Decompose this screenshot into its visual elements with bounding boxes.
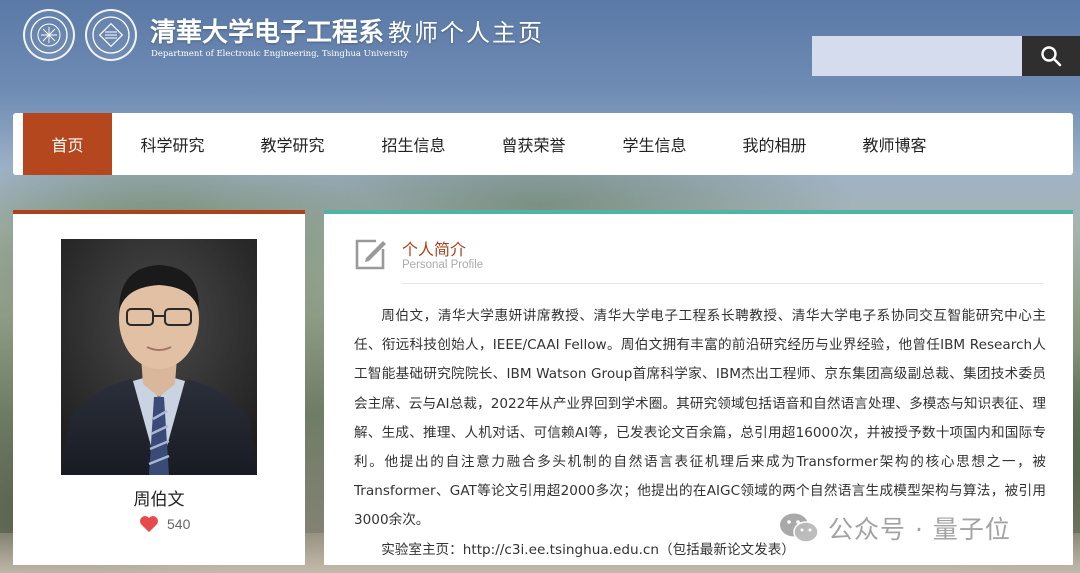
section-divider bbox=[402, 283, 1044, 284]
like-count: 540 bbox=[167, 516, 191, 532]
wechat-icon bbox=[780, 513, 819, 543]
nav-item-blog[interactable]: 教师博客 bbox=[847, 113, 942, 175]
ee-logo-icon bbox=[92, 16, 130, 54]
department-name: 清華大学电子工程系 bbox=[150, 18, 385, 48]
profile-name: 周伯文 bbox=[133, 490, 185, 510]
main-navigation: 首页 科学研究 教学研究 招生信息 曾获荣誉 学生信息 我的相册 教师博客 bbox=[13, 113, 1073, 175]
nav-item-students[interactable]: 学生信息 bbox=[607, 113, 702, 175]
nav-item-research[interactable]: 科学研究 bbox=[125, 113, 220, 175]
like-button[interactable]: 540 bbox=[139, 515, 190, 533]
nav-item-teaching[interactable]: 教学研究 bbox=[245, 113, 340, 175]
ee-department-logo bbox=[85, 9, 137, 61]
profile-photo bbox=[61, 239, 257, 475]
search-icon bbox=[1041, 46, 1062, 67]
section-title: 个人简介 bbox=[402, 240, 467, 259]
nav-item-album[interactable]: 我的相册 bbox=[727, 113, 822, 175]
search-input[interactable] bbox=[812, 36, 1022, 76]
nav-item-home[interactable]: 首页 bbox=[23, 113, 112, 175]
site-subtitle: 教师个人主页 bbox=[388, 19, 544, 47]
department-name-english: Department of Electronic Engineering, Ts… bbox=[151, 49, 409, 59]
watermark-text: 公众号 · 量子位 bbox=[828, 515, 1011, 544]
nav-item-admissions[interactable]: 招生信息 bbox=[366, 113, 461, 175]
profile-card: 周伯文 540 bbox=[13, 210, 305, 565]
heart-icon bbox=[140, 516, 158, 533]
tsinghua-university-seal bbox=[23, 9, 75, 61]
watermark: 公众号 · 量子位 bbox=[778, 510, 1011, 546]
edit-icon bbox=[352, 236, 388, 276]
search-button[interactable] bbox=[1022, 36, 1080, 76]
seal-icon bbox=[30, 16, 68, 54]
portrait-image bbox=[61, 239, 257, 475]
section-subtitle: Personal Profile bbox=[402, 259, 484, 271]
nav-item-honors[interactable]: 曾获荣誉 bbox=[486, 113, 581, 175]
profile-paragraph: 周伯文，清华大学惠妍讲席教授、清华大学电子工程系长聘教授、清华大学电子系协同交互… bbox=[354, 308, 1046, 529]
